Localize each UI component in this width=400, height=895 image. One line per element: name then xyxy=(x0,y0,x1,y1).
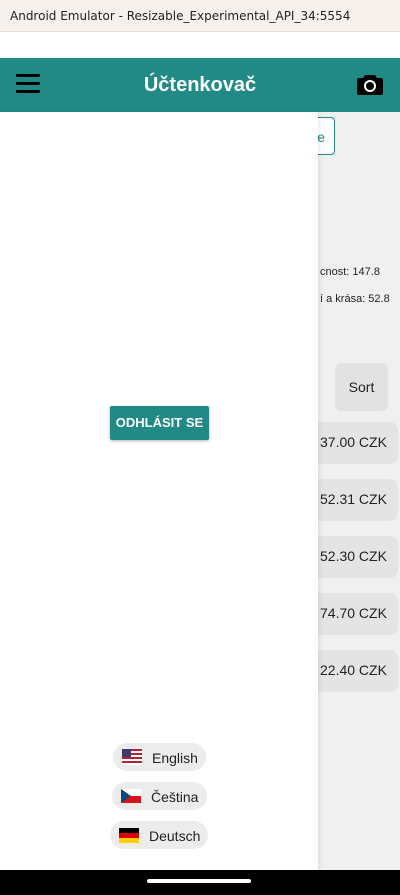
outlined-button-label: e xyxy=(317,129,325,145)
receipt-amount: 22.40 CZK xyxy=(320,662,387,678)
camera-icon[interactable] xyxy=(357,73,383,95)
sort-button[interactable]: Sort xyxy=(335,363,388,411)
language-german-button[interactable]: Deutsch xyxy=(110,821,208,849)
flag-cz-icon xyxy=(121,789,141,803)
language-label: English xyxy=(152,750,198,766)
home-gesture-handle[interactable] xyxy=(147,879,251,883)
receipt-amount: 52.31 CZK xyxy=(320,491,387,507)
receipt-amount: 74.70 CZK xyxy=(320,605,387,621)
language-czech-button[interactable]: Čeština xyxy=(112,782,207,810)
language-label: Čeština xyxy=(151,789,199,805)
language-label: Deutsch xyxy=(149,828,201,844)
receipt-amount: 52.30 CZK xyxy=(320,548,387,564)
stat-line: í a krása: 52.8 xyxy=(320,293,390,305)
status-bar xyxy=(0,32,400,58)
receipt-amount: 37.00 CZK xyxy=(320,434,387,450)
language-english-button[interactable]: English xyxy=(113,743,206,771)
stat-line: cnost: 147.8 xyxy=(320,266,380,278)
flag-de-icon xyxy=(119,828,139,843)
emulator-title: Android Emulator - Resizable_Experimenta… xyxy=(10,9,351,23)
emulator-title-bar: Android Emulator - Resizable_Experimenta… xyxy=(0,0,400,32)
logout-button[interactable]: ODHLÁSIT SE xyxy=(110,406,209,440)
flag-us-icon xyxy=(122,749,142,765)
app-title: Účtenkovač xyxy=(143,74,257,96)
